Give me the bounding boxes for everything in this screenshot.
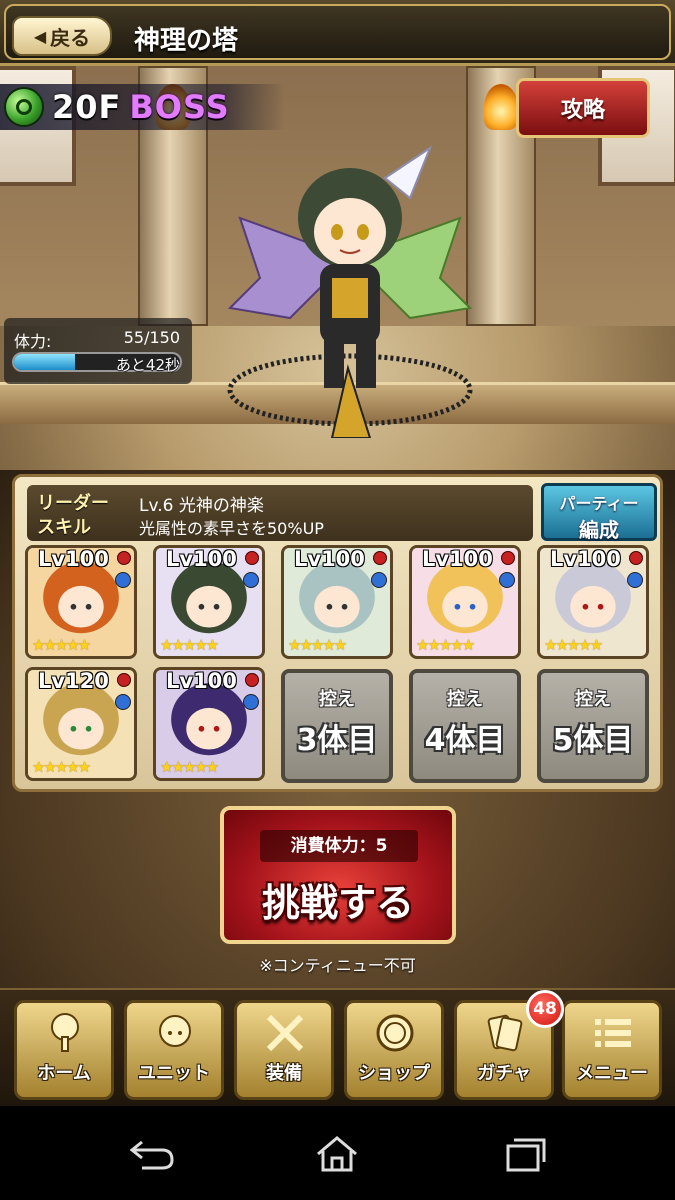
nav-label: ホーム <box>37 1063 91 1084</box>
boss-label: BOSS <box>129 88 230 126</box>
unit-level: Lv120 <box>38 669 109 693</box>
reserve-number: 5体目 <box>552 723 634 758</box>
light-attr-icon <box>371 572 387 588</box>
unit-level: Lv100 <box>166 547 237 571</box>
party-panel: リーダー スキル Lv.6 光神の神楽 光属性の素早さを50%UP パーティー … <box>12 474 663 792</box>
unit-slot-3[interactable]: Lv100 ★★★★★ <box>281 545 393 659</box>
light-attr-icon <box>243 572 259 588</box>
unit-level: Lv100 <box>550 547 621 571</box>
unit-slot-7[interactable]: Lv100 ★★★★★ <box>153 667 265 781</box>
right-torch-icon <box>484 84 518 130</box>
reserve-label: 控え <box>319 689 355 710</box>
unit-stars: ★★★★★ <box>160 758 219 776</box>
reserve-number: 4体目 <box>424 723 506 758</box>
character-icon <box>159 1015 191 1047</box>
attr-badge-icon <box>245 551 259 565</box>
light-attr-icon <box>115 694 131 710</box>
reserve-number: 3体目 <box>296 723 378 758</box>
nav-home-button[interactable]: ホーム <box>14 1000 114 1100</box>
boss-floor-banner: 20F BOSS <box>0 84 285 130</box>
title-frame: ◀ 戻る 神理の塔 <box>4 4 671 60</box>
floor-label: 20F <box>52 88 122 126</box>
unit-level: Lv100 <box>294 547 365 571</box>
nav-unit-button[interactable]: ユニット <box>124 1000 224 1100</box>
party-edit-label-2: 編成 <box>579 518 619 542</box>
nav-label: ショップ <box>358 1063 430 1084</box>
menu-icon <box>595 1019 631 1047</box>
attr-badge-icon <box>117 551 131 565</box>
tree-icon <box>51 1013 79 1052</box>
nav-label: ガチャ <box>477 1063 531 1084</box>
unit-stars: ★★★★★ <box>288 636 347 654</box>
attr-badge-icon <box>629 551 643 565</box>
cards-icon <box>487 1014 523 1052</box>
unit-stars: ★★★★★ <box>32 758 91 776</box>
unit-stars: ★★★★★ <box>32 636 91 654</box>
stamina-label: 体力: <box>14 332 52 351</box>
top-bar: ◀ 戻る 神理の塔 <box>0 0 675 66</box>
reserve-slot-4[interactable]: 控え 4体目 <box>409 669 521 783</box>
leader-skill-name: Lv.6 光神の神楽 <box>139 496 264 516</box>
party-edit-label-1: パーティー <box>559 494 639 513</box>
leader-skill-key-2: スキル <box>37 517 91 538</box>
light-attr-icon <box>627 572 643 588</box>
back-arrow-icon: ◀ <box>33 26 47 46</box>
stamina-panel: 体力: 55/150 あと42秒 <box>4 318 192 384</box>
leader-skill-description: 光属性の素早さを50%UP <box>139 519 324 538</box>
light-attr-icon <box>499 572 515 588</box>
back-icon[interactable] <box>128 1134 178 1174</box>
attr-badge-icon <box>373 551 387 565</box>
strategy-button[interactable]: 攻略 <box>516 78 650 138</box>
unit-slot-5[interactable]: Lv100 ★★★★★ <box>537 545 649 659</box>
reserve-slot-3[interactable]: 控え 3体目 <box>281 669 393 783</box>
back-button[interactable]: ◀ 戻る <box>12 16 112 56</box>
bottom-navigation: ホーム ユニット 装備 ショップ ガチャ メニュー <box>0 988 675 1106</box>
unit-stars: ★★★★★ <box>416 636 475 654</box>
unit-slot-1[interactable]: Lv100 ★★★★★ <box>25 545 137 659</box>
stamina-cost: 消費体力：5 <box>260 830 418 862</box>
unit-stars: ★★★★★ <box>160 636 219 654</box>
reserve-label: 控え <box>447 689 483 710</box>
nav-label: 装備 <box>266 1063 302 1084</box>
home-icon[interactable] <box>312 1134 362 1174</box>
stamina-timer: あと42秒 <box>115 356 180 374</box>
back-label: 戻る <box>50 25 91 50</box>
stamina-bar-fill <box>14 354 75 370</box>
attr-badge-icon <box>245 673 259 687</box>
boss-character-image <box>227 145 473 438</box>
challenge-label: 挑戦する <box>261 881 414 925</box>
light-attr-icon <box>243 694 259 710</box>
nav-menu-button[interactable]: メニュー <box>562 1000 662 1100</box>
nav-label: ユニット <box>138 1063 210 1084</box>
unit-level: Lv100 <box>166 669 237 693</box>
crossed-swords-icon <box>266 1014 304 1052</box>
recent-apps-icon[interactable] <box>500 1134 550 1174</box>
unit-slot-4[interactable]: Lv100 ★★★★★ <box>409 545 521 659</box>
nav-shop-button[interactable]: ショップ <box>344 1000 444 1100</box>
light-attr-icon <box>115 572 131 588</box>
leader-skill-box: リーダー スキル Lv.6 光神の神楽 光属性の素早さを50%UP <box>27 485 533 541</box>
boss-stage: 20F BOSS 攻略 体力: 55/150 あと42秒 <box>0 66 675 470</box>
unit-stars: ★★★★★ <box>544 636 603 654</box>
attr-badge-icon <box>501 551 515 565</box>
reserve-label: 控え <box>575 689 611 710</box>
unit-level: Lv100 <box>422 547 493 571</box>
unit-slot-2[interactable]: Lv100 ★★★★★ <box>153 545 265 659</box>
leader-skill-key-1: リーダー <box>37 493 109 514</box>
gacha-notification-badge: 48 <box>526 990 564 1028</box>
unit-slot-6[interactable]: Lv120 ★★★★★ <box>25 667 137 781</box>
attr-badge-icon <box>117 673 131 687</box>
unit-level: Lv100 <box>38 547 109 571</box>
wind-orb-icon <box>4 87 44 127</box>
android-nav-bar <box>0 1106 675 1200</box>
coin-icon <box>376 1014 414 1052</box>
no-continue-note: ※コンティニュー不可 <box>259 956 416 975</box>
party-edit-button[interactable]: パーティー 編成 <box>541 483 657 542</box>
stamina-value: 55/150 <box>123 328 180 347</box>
reserve-slot-5[interactable]: 控え 5体目 <box>537 669 649 783</box>
nav-label: メニュー <box>576 1063 648 1084</box>
challenge-button[interactable]: 消費体力：5 挑戦する <box>220 806 456 944</box>
page-title: 神理の塔 <box>134 26 239 56</box>
nav-equipment-button[interactable]: 装備 <box>234 1000 334 1100</box>
